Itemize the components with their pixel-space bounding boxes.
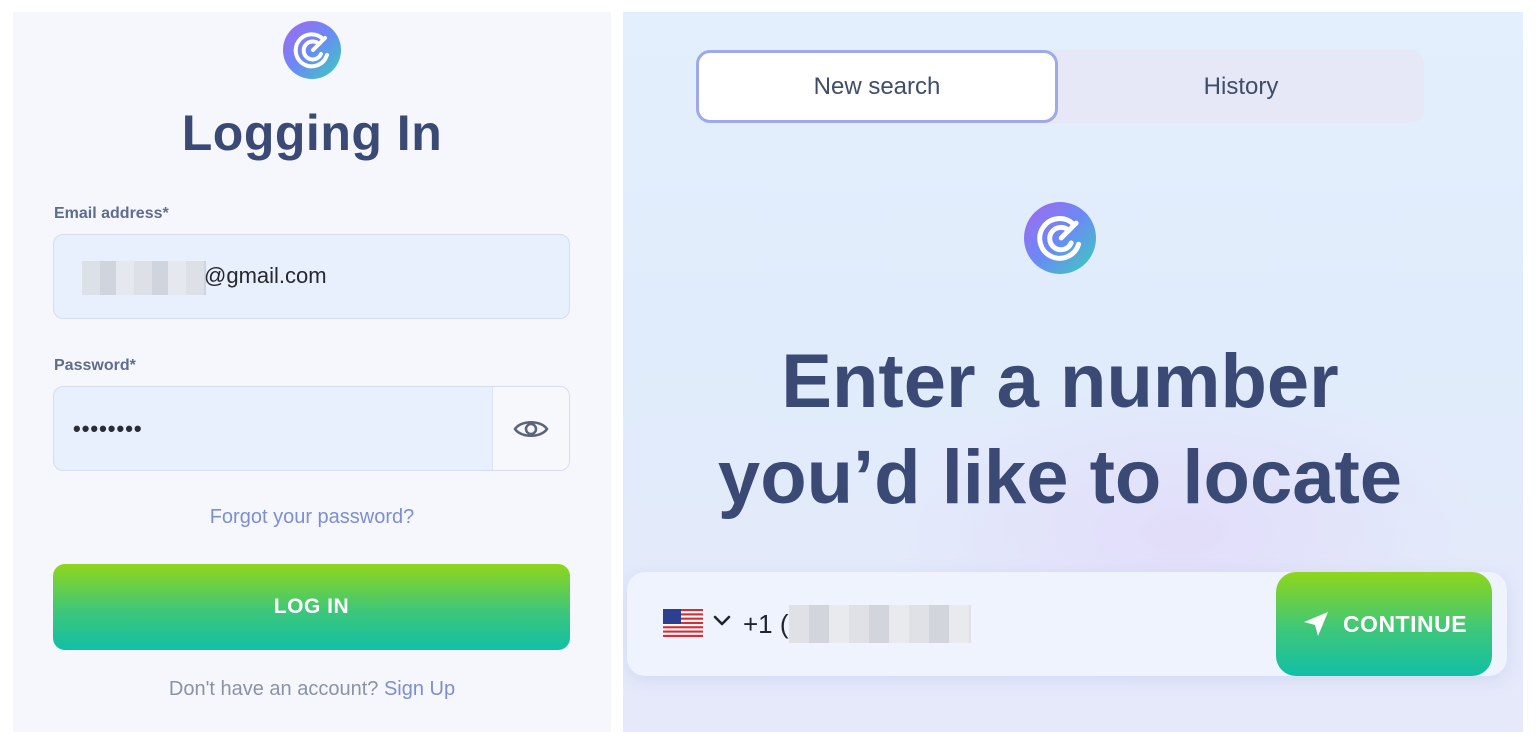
email-value: @gmail.com [204,263,327,288]
email-label: Email address* [54,205,169,222]
password-value: •••••••• [73,416,143,441]
signup-prompt: Don't have an account? Sign Up [13,678,611,701]
email-field[interactable]: @gmail.com [53,234,570,319]
us-flag-icon[interactable] [663,609,703,637]
headline: Enter a number you’d like to locate [623,334,1497,526]
headline-line-1: Enter a number [781,339,1339,424]
screenshot-frame: Logging In Email address* @gmail.com Pas… [0,0,1536,744]
dial-code: +1 ( [743,609,789,639]
eye-icon [513,420,549,437]
signup-prompt-text: Don't have an account? [168,678,379,700]
password-label: Password* [54,357,136,374]
redacted-phone [789,605,971,643]
forgot-password-link[interactable]: Forgot your password? [13,506,611,529]
signup-link[interactable]: Sign Up [384,678,455,700]
login-button[interactable]: LOG IN [53,564,570,650]
continue-button[interactable]: CONTINUE [1276,572,1492,676]
chevron-down-icon[interactable] [713,614,731,628]
continue-label: CONTINUE [1342,610,1468,637]
headline-line-2: you’d like to locate [717,435,1403,520]
tab-bar: New search History [696,50,1424,123]
show-password-button[interactable] [492,387,569,470]
app-logo-icon [283,21,341,79]
password-field[interactable]: •••••••• [53,386,570,471]
page-title: Logging In [181,105,443,161]
login-panel: Logging In Email address* @gmail.com Pas… [13,12,611,732]
tab-new-search[interactable]: New search [696,50,1058,123]
navigation-arrow-icon [1303,612,1328,636]
app-logo-icon [1024,202,1096,274]
tab-history[interactable]: History [1058,50,1424,123]
redacted-text [82,261,206,295]
search-panel: New search History Enter a number you’d … [623,12,1523,732]
